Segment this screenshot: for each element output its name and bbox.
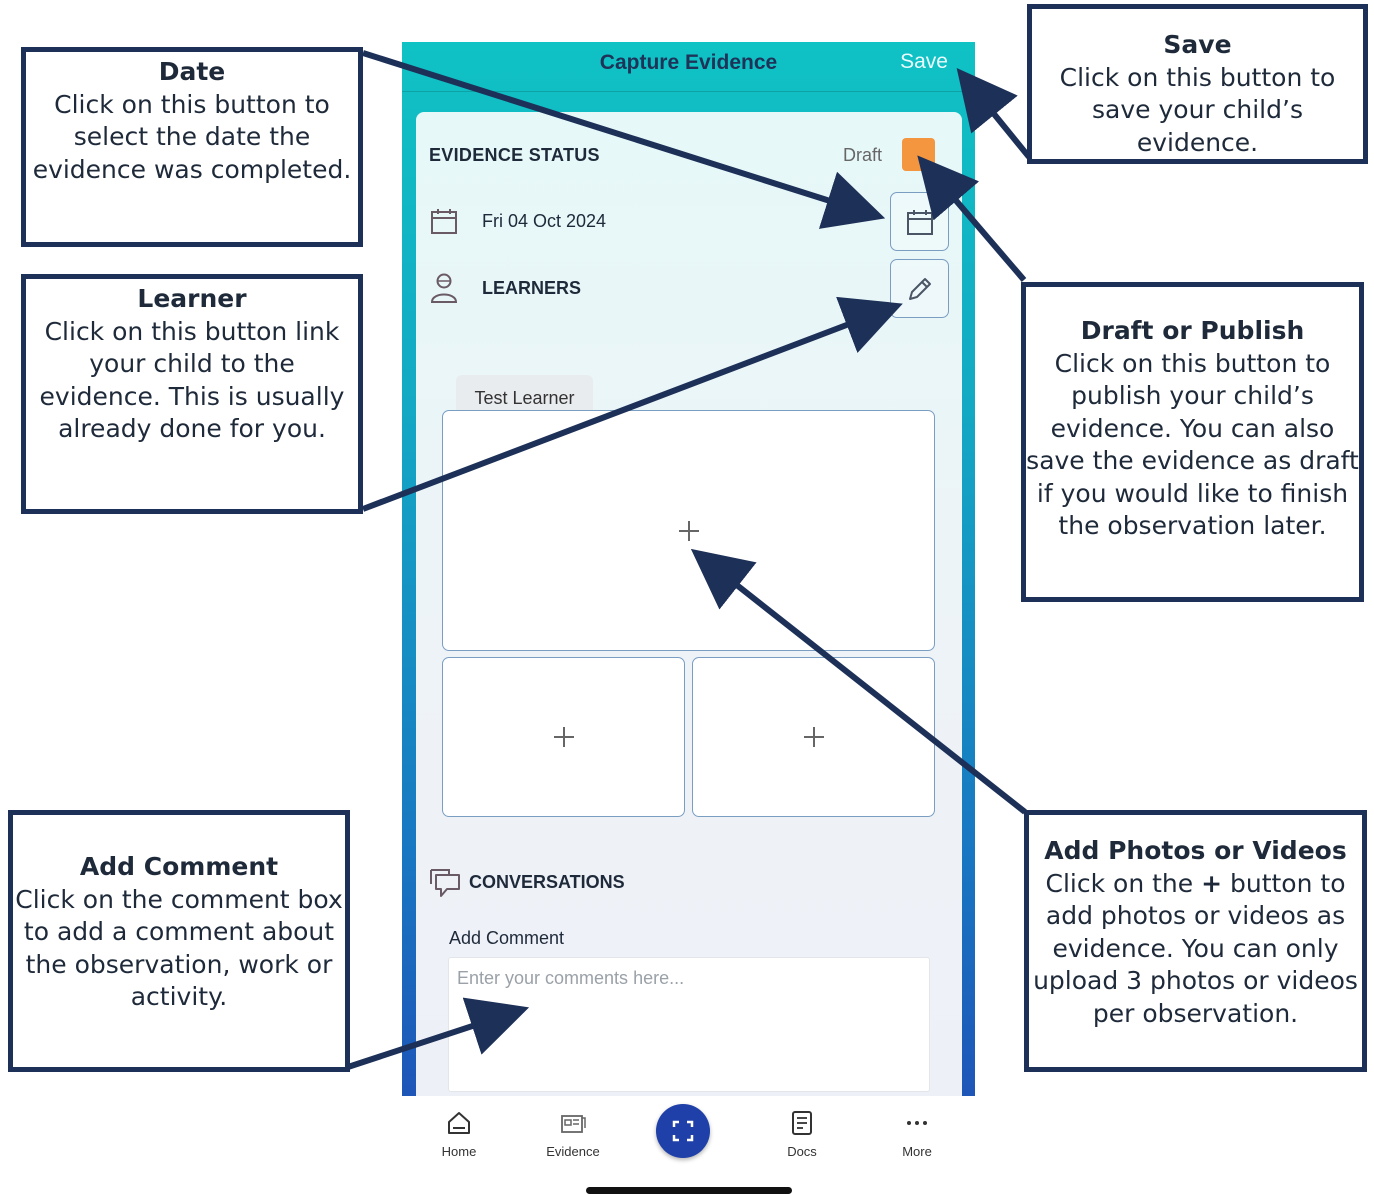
add-media-slot-3[interactable] xyxy=(692,657,935,817)
scan-icon xyxy=(672,1120,694,1142)
callout-photos-body-prefix: Click on the xyxy=(1045,868,1202,898)
callout-save-title: Save xyxy=(1163,30,1232,59)
calendar-icon xyxy=(907,210,933,235)
plus-icon xyxy=(678,520,699,541)
nav-docs[interactable]: Docs xyxy=(767,1110,837,1159)
add-media-slot-2[interactable] xyxy=(442,657,685,817)
callout-draft-publish: Draft or Publish Click on this button to… xyxy=(1021,282,1364,602)
callout-learner: Learner Click on this button link your c… xyxy=(21,274,363,514)
calendar-icon xyxy=(431,209,457,234)
draft-publish-toggle[interactable] xyxy=(902,138,935,171)
conversations-icon xyxy=(430,869,460,897)
callout-date-body: Click on this button to select the date … xyxy=(32,89,352,184)
page-title: Capture Evidence xyxy=(599,51,778,74)
callout-learner-title: Learner xyxy=(137,284,247,313)
bottom-nav: Home Evidence Docs More xyxy=(402,1096,975,1194)
app-header: Capture Evidence Save xyxy=(402,42,975,92)
callout-photos-plus: + xyxy=(1201,868,1223,898)
app-screenshot: Capture Evidence Save EVIDENCE STATUS Dr… xyxy=(402,42,975,1194)
nav-evidence[interactable]: Evidence xyxy=(538,1110,608,1159)
callout-save: Save Click on this button to save your c… xyxy=(1027,4,1368,164)
nav-home-label: Home xyxy=(441,1144,477,1159)
edit-learners-button[interactable] xyxy=(890,259,949,318)
nav-more[interactable]: More xyxy=(882,1110,952,1159)
comment-field[interactable] xyxy=(448,957,930,1092)
nav-docs-label: Docs xyxy=(787,1144,817,1159)
learners-label: LEARNERS xyxy=(482,278,582,298)
callout-photos-title: Add Photos or Videos xyxy=(1044,836,1347,865)
docs-icon xyxy=(792,1111,812,1135)
nav-more-label: More xyxy=(902,1144,932,1159)
callout-draft-body: Click on this button to publish your chi… xyxy=(1026,348,1359,541)
plus-icon xyxy=(553,727,574,747)
callout-comment-title: Add Comment xyxy=(79,852,279,881)
evidence-icon xyxy=(561,1115,586,1133)
arrow-save xyxy=(956,68,1032,159)
scan-button[interactable] xyxy=(656,1104,710,1158)
learner-icon xyxy=(430,273,458,303)
callout-photos-body: Click on the + button to add photos or v… xyxy=(1029,868,1362,1031)
evidence-date: Fri 04 Oct 2024 xyxy=(482,211,607,231)
callout-date: Date Click on this button to select the … xyxy=(21,47,363,247)
home-icon xyxy=(448,1112,470,1134)
callout-date-title: Date xyxy=(158,57,226,86)
add-media-slot-main[interactable] xyxy=(442,410,935,651)
save-button[interactable]: Save xyxy=(900,50,948,74)
pencil-icon xyxy=(909,278,931,300)
callout-add-comment: Add Comment Click on the comment box to … xyxy=(8,810,350,1072)
evidence-status-value: Draft xyxy=(842,145,882,165)
callout-learner-body: Click on this button link your child to … xyxy=(39,316,345,444)
nav-evidence-label: Evidence xyxy=(546,1144,600,1159)
add-comment-label: Add Comment xyxy=(449,928,565,948)
callout-save-body: Click on this button to save your child’… xyxy=(1059,62,1336,157)
home-indicator xyxy=(586,1187,792,1194)
date-picker-button[interactable] xyxy=(890,192,949,251)
callout-draft-title: Draft or Publish xyxy=(1080,316,1305,345)
evidence-card: EVIDENCE STATUS Draft Fri 04 Oct 2024 LE… xyxy=(416,112,962,1112)
callout-add-photos: Add Photos or Videos Click on the + butt… xyxy=(1024,810,1367,1072)
nav-home[interactable]: Home xyxy=(424,1110,494,1159)
callout-comment-body: Click on the comment box to add a commen… xyxy=(15,884,343,1012)
plus-icon xyxy=(803,727,824,747)
evidence-status-label: EVIDENCE STATUS xyxy=(429,145,600,165)
more-dots-icon xyxy=(907,1121,927,1125)
conversations-label: CONVERSATIONS xyxy=(469,872,625,892)
